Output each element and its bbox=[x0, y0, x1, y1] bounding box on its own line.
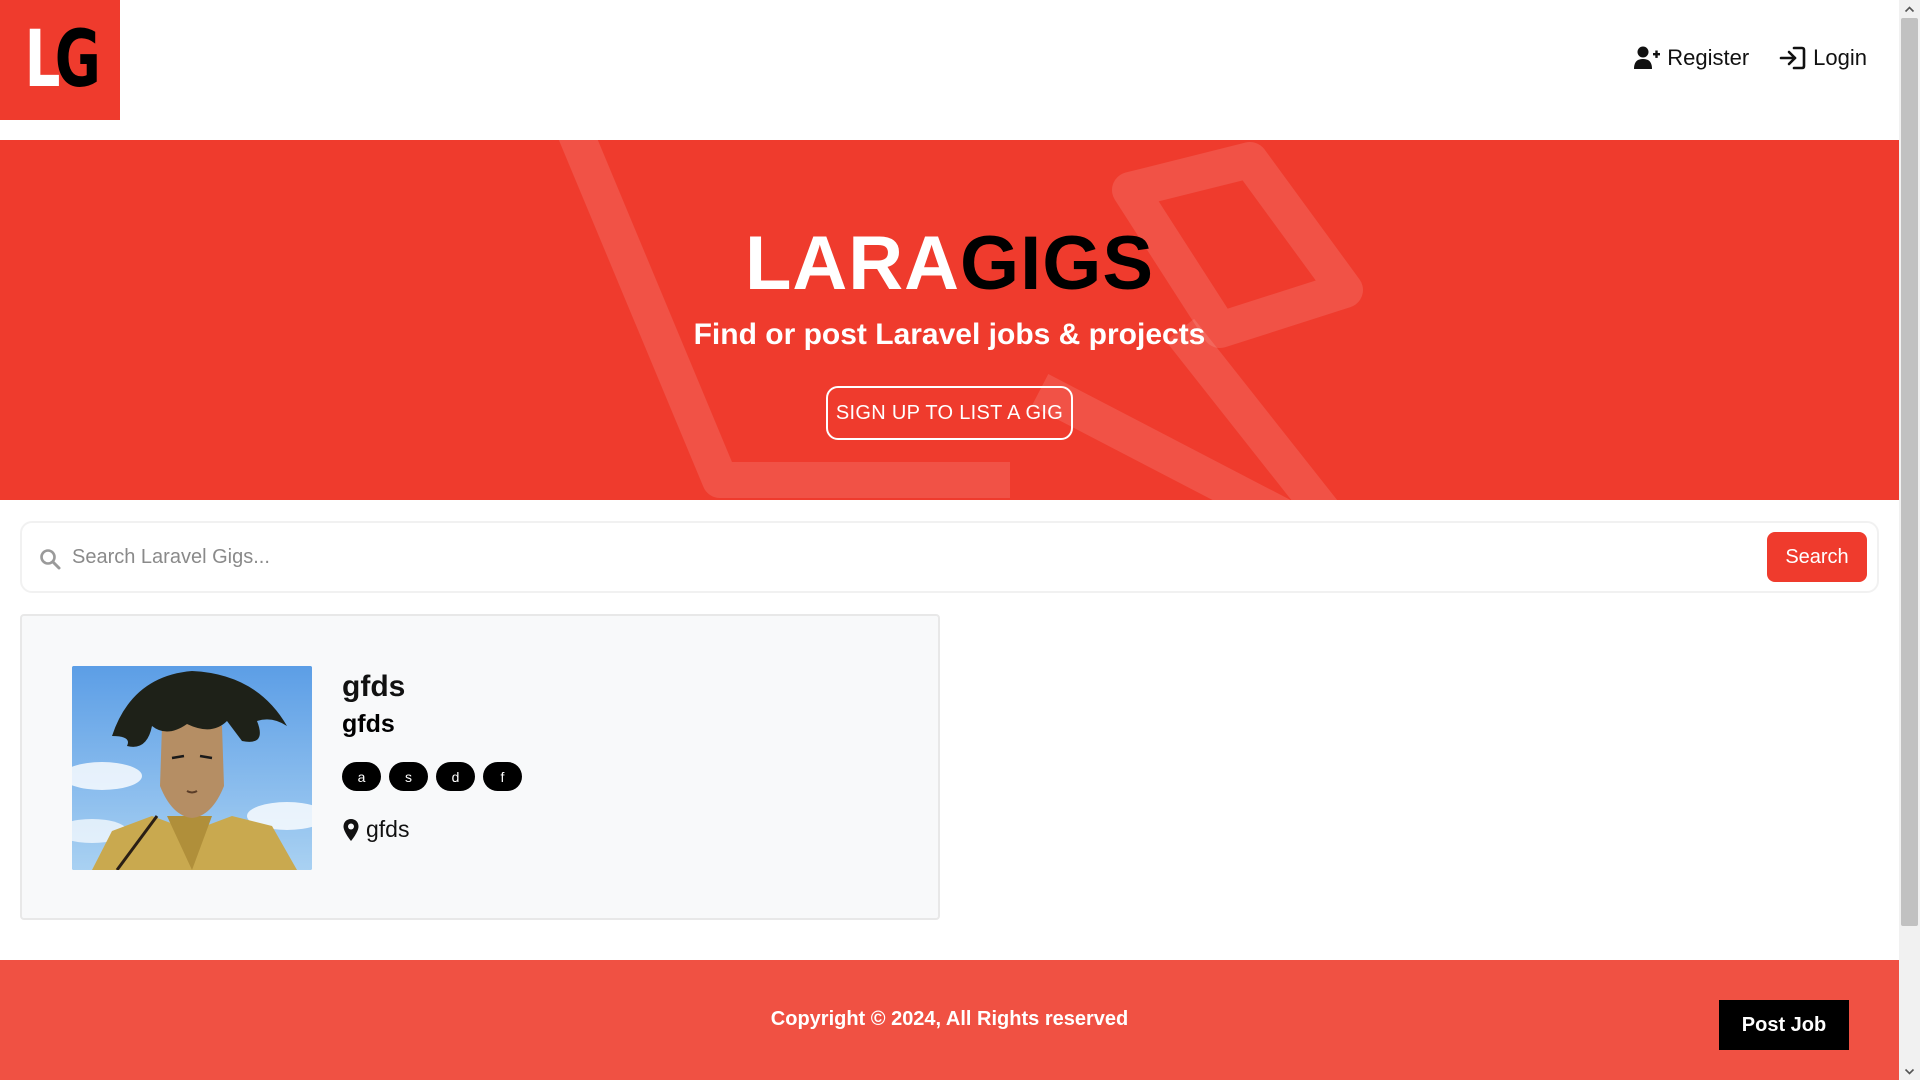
logo-text: LG bbox=[24, 15, 101, 105]
sign-in-icon bbox=[1779, 46, 1806, 70]
page: LG Register Login LARAGIGS Find or post … bbox=[0, 0, 1899, 1080]
signup-cta-button[interactable]: SIGN UP TO LIST A GIG bbox=[826, 386, 1073, 440]
login-label: Login bbox=[1813, 45, 1867, 70]
logo-letter-g: G bbox=[54, 15, 101, 105]
tag-list: a s d f bbox=[342, 762, 522, 791]
search-form: Search bbox=[20, 521, 1879, 593]
user-plus-icon bbox=[1634, 46, 1661, 69]
search-icon bbox=[40, 549, 61, 570]
nav-links: Register Login bbox=[1633, 44, 1867, 72]
hero-title-light: LARA bbox=[744, 221, 961, 306]
scroll-down-arrow-icon[interactable] bbox=[1899, 1062, 1920, 1080]
search-button[interactable]: Search bbox=[1767, 532, 1867, 582]
vertical-scrollbar[interactable] bbox=[1899, 0, 1920, 1080]
anime-portrait-image bbox=[72, 666, 312, 870]
gig-title[interactable]: gfds bbox=[342, 670, 405, 704]
gig-location-text: gfds bbox=[366, 816, 410, 842]
hero-section: LARAGIGS Find or post Laravel jobs & pro… bbox=[0, 140, 1899, 500]
copyright-text: Copyright © 2024, All Rights reserved bbox=[770, 1008, 1129, 1030]
tag[interactable]: d bbox=[436, 762, 475, 791]
hero-subtitle: Find or post Laravel jobs & projects bbox=[693, 318, 1206, 351]
register-label: Register bbox=[1667, 45, 1750, 70]
company-logo-image bbox=[72, 666, 312, 870]
logo-letter-l: L bbox=[24, 15, 61, 105]
scrollbar-thumb[interactable] bbox=[1901, 18, 1918, 926]
logo[interactable]: LG bbox=[0, 0, 120, 120]
search-input[interactable] bbox=[72, 537, 1772, 577]
login-link[interactable]: Login bbox=[1779, 44, 1867, 72]
post-job-button[interactable]: Post Job bbox=[1719, 1000, 1849, 1050]
tag[interactable]: s bbox=[389, 762, 428, 791]
tag[interactable]: f bbox=[483, 762, 522, 791]
tag[interactable]: a bbox=[342, 762, 381, 791]
hero-title-dark: GIGS bbox=[960, 221, 1155, 306]
footer: Copyright © 2024, All Rights reserved Po… bbox=[0, 960, 1899, 1080]
hero-title: LARAGIGS bbox=[0, 220, 1899, 307]
register-link[interactable]: Register bbox=[1633, 44, 1749, 72]
scroll-up-arrow-icon[interactable] bbox=[1899, 0, 1920, 18]
gig-company: gfds bbox=[342, 710, 395, 738]
gig-location: gfds bbox=[342, 816, 409, 843]
gig-card[interactable]: gfds gfds a s d f gfds bbox=[20, 614, 940, 920]
top-nav: LG Register Login bbox=[0, 0, 1899, 140]
location-pin-icon bbox=[343, 818, 359, 841]
